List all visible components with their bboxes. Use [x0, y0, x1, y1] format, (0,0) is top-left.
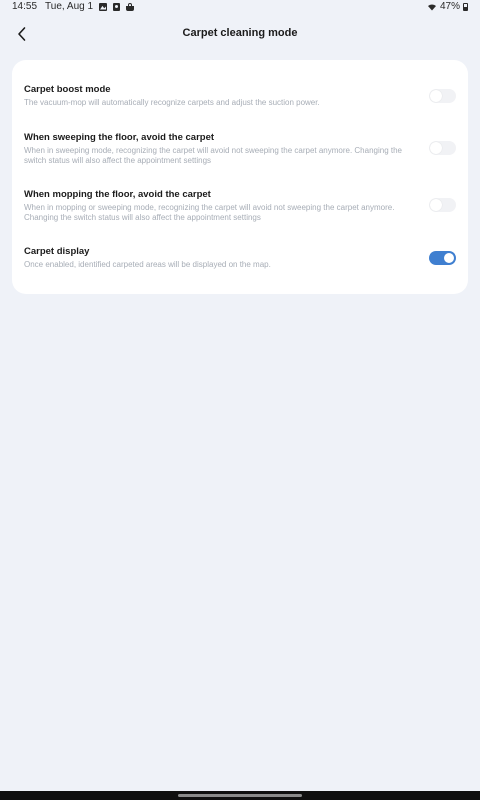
navigation-bar: [0, 791, 480, 800]
setting-title: Carpet display: [24, 246, 90, 257]
setting-avoid-carpet-sweeping: When sweeping the floor, avoid the carpe…: [24, 132, 456, 165]
header: Carpet cleaning mode: [0, 20, 480, 48]
status-bar: 14:55 Tue, Aug 1 47%: [0, 0, 480, 14]
notification-icon: [113, 2, 121, 11]
settings-card: Carpet boost mode The vacuum-mop will au…: [12, 60, 468, 294]
setting-title: Carpet boost mode: [24, 84, 111, 95]
page-title: Carpet cleaning mode: [182, 27, 298, 39]
toggle-knob: [430, 90, 442, 102]
status-date: Tue, Aug 1: [45, 1, 94, 12]
setting-title: When sweeping the floor, avoid the carpe…: [24, 132, 215, 143]
gallery-icon: [99, 2, 108, 11]
setting-carpet-display: Carpet display Once enabled, identified …: [24, 246, 456, 270]
carpet-display-toggle[interactable]: [429, 251, 456, 265]
toggle-knob: [430, 142, 442, 154]
toggle-knob: [430, 199, 442, 211]
setting-avoid-carpet-mopping: When mopping the floor, avoid the carpet…: [24, 189, 456, 222]
setting-description: Once enabled, identified carpeted areas …: [24, 260, 271, 269]
status-left: 14:55 Tue, Aug 1: [12, 1, 135, 12]
carpet-boost-toggle[interactable]: [429, 89, 456, 103]
status-time: 14:55: [12, 1, 38, 12]
toggle-knob: [443, 252, 455, 264]
wifi-icon: [427, 3, 437, 11]
home-indicator[interactable]: [178, 794, 302, 797]
basket-icon: [126, 2, 135, 11]
battery-icon: [463, 2, 468, 11]
setting-description: When in sweeping mode, recognizing the c…: [24, 146, 402, 165]
avoid-carpet-sweeping-toggle[interactable]: [429, 141, 456, 155]
setting-description: When in mopping or sweeping mode, recogn…: [24, 203, 395, 222]
setting-description: The vacuum-mop will automatically recogn…: [24, 98, 320, 107]
setting-title: When mopping the floor, avoid the carpet: [24, 189, 211, 200]
battery-percent: 47%: [439, 1, 460, 12]
status-right: 47%: [427, 1, 468, 12]
avoid-carpet-mopping-toggle[interactable]: [429, 198, 456, 212]
setting-carpet-boost-mode: Carpet boost mode The vacuum-mop will au…: [24, 84, 456, 108]
